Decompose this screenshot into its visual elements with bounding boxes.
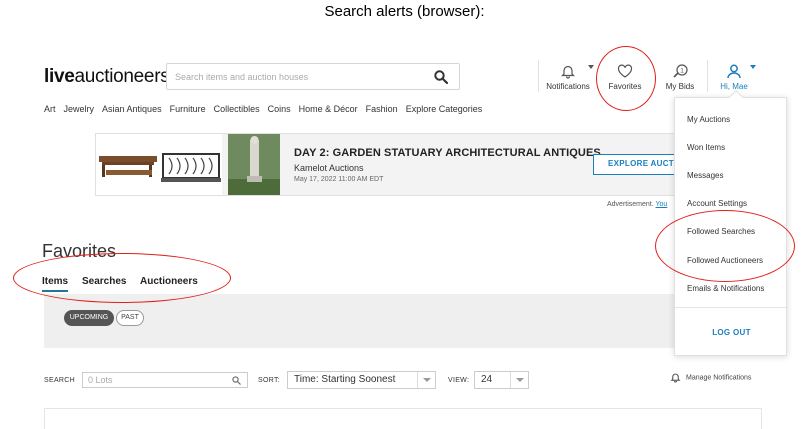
logout-button[interactable]: LOG OUT xyxy=(675,328,788,337)
ad-date: May 17, 2022 11:00 AM EDT xyxy=(294,176,384,183)
menu-item-followed-searches[interactable]: Followed Searches xyxy=(687,227,755,236)
category-link[interactable]: Explore Categories xyxy=(406,104,483,114)
ad-note-text: Advertisement. xyxy=(607,201,656,208)
my-bids-label: My Bids xyxy=(665,82,695,91)
favorites-button[interactable]: Favorites xyxy=(604,64,646,91)
search-label: SEARCH xyxy=(44,377,75,384)
user-menu-button[interactable]: Hi, Mae xyxy=(716,64,752,91)
category-link[interactable]: Fashion xyxy=(366,104,398,114)
search-icon[interactable] xyxy=(232,376,241,385)
notifications-button[interactable]: Notifications xyxy=(544,64,592,91)
page-title: Favorites xyxy=(42,241,117,261)
sort-select[interactable]: Time: Starting Soonest xyxy=(287,371,436,389)
header-divider xyxy=(538,60,539,92)
my-bids-button[interactable]: 1 My Bids xyxy=(661,64,699,91)
chevron-down-icon xyxy=(417,372,435,388)
view-value: 24 xyxy=(481,374,493,385)
results-container xyxy=(44,408,762,429)
global-search-box[interactable] xyxy=(166,63,460,90)
bell-icon xyxy=(670,373,681,383)
ad-note: Advertisement. You xyxy=(607,201,667,208)
header-divider xyxy=(707,60,708,92)
menu-item-won-items[interactable]: Won Items xyxy=(687,143,725,152)
user-icon xyxy=(727,64,741,79)
tab-searches[interactable]: Searches xyxy=(82,276,126,287)
menu-divider xyxy=(675,307,788,308)
dropdown-arrow xyxy=(728,89,744,105)
bell-icon xyxy=(561,65,575,79)
sort-label: SORT: xyxy=(258,377,280,384)
category-link[interactable]: Asian Antiques xyxy=(102,104,162,114)
ad-note-link[interactable]: You xyxy=(656,201,668,208)
logo-rest-text: auctioneers xyxy=(74,66,170,87)
upcoming-pill[interactable]: UPCOMING xyxy=(64,310,114,326)
user-caret-icon[interactable] xyxy=(750,65,756,69)
logo-bold-text: live xyxy=(44,66,75,87)
category-link[interactable]: Art xyxy=(44,104,56,114)
category-link[interactable]: Jewelry xyxy=(64,104,95,114)
notifications-caret-icon[interactable] xyxy=(588,65,594,69)
menu-item-account-settings[interactable]: Account Settings xyxy=(687,199,747,208)
category-link[interactable]: Furniture xyxy=(170,104,206,114)
global-search-input[interactable] xyxy=(175,68,425,86)
category-link[interactable]: Collectibles xyxy=(214,104,260,114)
category-link[interactable]: Home & Décor xyxy=(299,104,358,114)
menu-item-messages[interactable]: Messages xyxy=(687,171,723,180)
auction-ad-banner[interactable]: DAY 2: GARDEN STATUARY ARCHITECTURAL ANT… xyxy=(95,133,689,196)
user-dropdown-menu: My Auctions Won Items Messages Account S… xyxy=(674,89,788,356)
ad-auction-house[interactable]: Kamelot Auctions xyxy=(294,163,364,173)
category-nav: Art Jewelry Asian Antiques Furniture Collect… xyxy=(44,104,490,114)
tab-auctioneers[interactable]: Auctioneers xyxy=(140,276,198,287)
ad-image-bench xyxy=(96,134,159,195)
lots-search-input[interactable]: 0 Lots xyxy=(82,372,248,388)
menu-item-followed-auctioneers[interactable]: Followed Auctioneers xyxy=(687,256,763,265)
search-icon[interactable] xyxy=(434,70,448,84)
past-pill[interactable]: PAST xyxy=(116,310,144,326)
ad-title: DAY 2: GARDEN STATUARY ARCHITECTURAL ANT… xyxy=(294,147,601,159)
menu-item-emails-notifications[interactable]: Emails & Notifications xyxy=(687,284,764,293)
ad-image-statue xyxy=(228,134,280,195)
sort-value: Time: Starting Soonest xyxy=(294,374,396,385)
heart-icon xyxy=(617,64,633,78)
view-select[interactable]: 24 xyxy=(474,371,529,389)
gavel-icon: 1 xyxy=(673,64,688,78)
slide-caption: Search alerts (browser): xyxy=(324,3,485,20)
manage-notifications-link[interactable]: Manage Notifications xyxy=(670,372,751,383)
ad-image-railing xyxy=(159,134,222,195)
view-label: VIEW: xyxy=(448,377,470,384)
user-greeting: Hi, Mae xyxy=(720,82,748,91)
chevron-down-icon xyxy=(510,372,528,388)
lots-search-placeholder: 0 Lots xyxy=(88,375,113,385)
tab-items[interactable]: Items xyxy=(42,276,69,292)
favorites-label: Favorites xyxy=(608,82,642,91)
category-link[interactable]: Coins xyxy=(268,104,291,114)
filter-bar: UPCOMING PAST xyxy=(44,294,762,348)
menu-item-my-auctions[interactable]: My Auctions xyxy=(687,115,730,124)
manage-notifications-label: Manage Notifications xyxy=(686,374,752,382)
site-logo[interactable]: liveauctioneers xyxy=(44,66,170,88)
bids-count: 1 xyxy=(680,68,684,75)
notifications-label: Notifications xyxy=(546,82,590,91)
